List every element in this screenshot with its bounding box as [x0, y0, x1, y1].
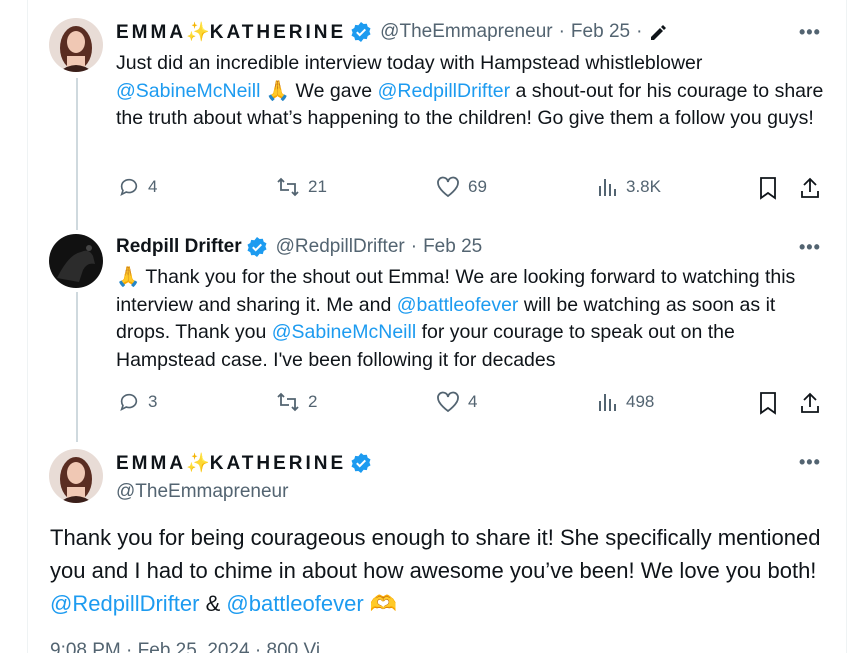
views-button[interactable]: 498: [598, 391, 654, 413]
mention-link[interactable]: @RedpillDrifter: [50, 591, 199, 616]
views-count: 3.8K: [626, 177, 661, 196]
like-count: 4: [468, 392, 478, 411]
pencil-icon: [651, 25, 667, 40]
tweet-author[interactable]: EMMA✨KATHERINE @TheEmmapreneur: [116, 451, 824, 503]
mention-link[interactable]: @SabineMcNeill: [116, 80, 260, 102]
verified-badge-icon: [351, 453, 371, 473]
more-options-button[interactable]: •••: [799, 452, 821, 473]
tweet-text: Just did an incredible interview today w…: [116, 52, 824, 129]
views-button[interactable]: 3.8K: [598, 176, 661, 198]
views-icon: [599, 394, 616, 411]
like-count: 69: [468, 177, 487, 196]
share-icon[interactable]: [798, 176, 822, 200]
tweet-header: Redpill Drifter @RedpillDrifter · Feb 25: [116, 236, 824, 258]
avatar[interactable]: [49, 18, 103, 72]
like-button[interactable]: 69: [436, 176, 487, 198]
reply-icon: [120, 178, 138, 196]
display-name[interactable]: Redpill Drifter: [116, 236, 242, 258]
views-count: 498: [626, 392, 655, 411]
heart-icon: [437, 391, 459, 413]
tweet-header: EMMA✨KATHERINE @TheEmmapreneur · Feb 25 …: [116, 20, 824, 44]
tweet-text: Thank you for being courageous enough to…: [50, 525, 821, 616]
reply-count: 3: [148, 392, 158, 411]
tweet-text: 🙏 Thank you for the shout out Emma! We a…: [116, 266, 796, 371]
separator: ·: [636, 21, 643, 42]
repost-count: 2: [308, 392, 318, 411]
thread-connector: [76, 78, 78, 230]
reply-button[interactable]: 3: [118, 391, 157, 413]
repost-button[interactable]: 2: [276, 391, 317, 413]
mention-link[interactable]: @SabineMcNeill: [272, 321, 416, 343]
more-options-button[interactable]: •••: [799, 22, 821, 43]
display-name[interactable]: EMMA✨KATHERINE: [116, 20, 346, 44]
timestamp[interactable]: Feb 25: [571, 21, 630, 43]
tweet-meta: 9:08 PM · Feb 25, 2024 · 800 Vi: [50, 640, 321, 653]
separator: ·: [410, 236, 418, 257]
handle[interactable]: @TheEmmapreneur: [116, 481, 824, 503]
avatar[interactable]: [49, 234, 103, 288]
reply-button[interactable]: 4: [118, 176, 157, 198]
tweet-header: EMMA✨KATHERINE: [116, 451, 824, 475]
reply-icon: [120, 393, 138, 411]
handle[interactable]: @TheEmmapreneur: [380, 21, 552, 43]
tweet[interactable]: Redpill Drifter @RedpillDrifter · Feb 25…: [116, 236, 824, 374]
heart-icon: [437, 176, 459, 198]
mention-link[interactable]: @battleofever: [226, 591, 363, 616]
separator: ·: [558, 21, 565, 42]
mention-link[interactable]: @RedpillDrifter: [378, 80, 511, 102]
verified-badge-icon: [351, 22, 371, 42]
views-icon: [599, 179, 616, 196]
more-options-button[interactable]: •••: [799, 237, 821, 258]
tweet[interactable]: EMMA✨KATHERINE @TheEmmapreneur · Feb 25 …: [116, 20, 824, 133]
display-name[interactable]: EMMA✨KATHERINE: [116, 451, 346, 475]
thread-connector: [76, 292, 78, 442]
verified-badge-icon: [247, 237, 267, 257]
reply-count: 4: [148, 177, 158, 196]
repost-icon: [277, 177, 299, 197]
repost-count: 21: [308, 177, 327, 196]
avatar[interactable]: [49, 449, 103, 503]
share-icon[interactable]: [798, 391, 822, 415]
like-button[interactable]: 4: [436, 391, 477, 413]
repost-icon: [277, 392, 299, 412]
repost-button[interactable]: 21: [276, 176, 327, 198]
mention-link[interactable]: @battleofever: [397, 294, 519, 316]
timestamp[interactable]: Feb 25: [423, 236, 482, 258]
bookmark-icon[interactable]: [758, 176, 778, 200]
bookmark-icon[interactable]: [758, 391, 778, 415]
handle[interactable]: @RedpillDrifter: [276, 236, 405, 258]
